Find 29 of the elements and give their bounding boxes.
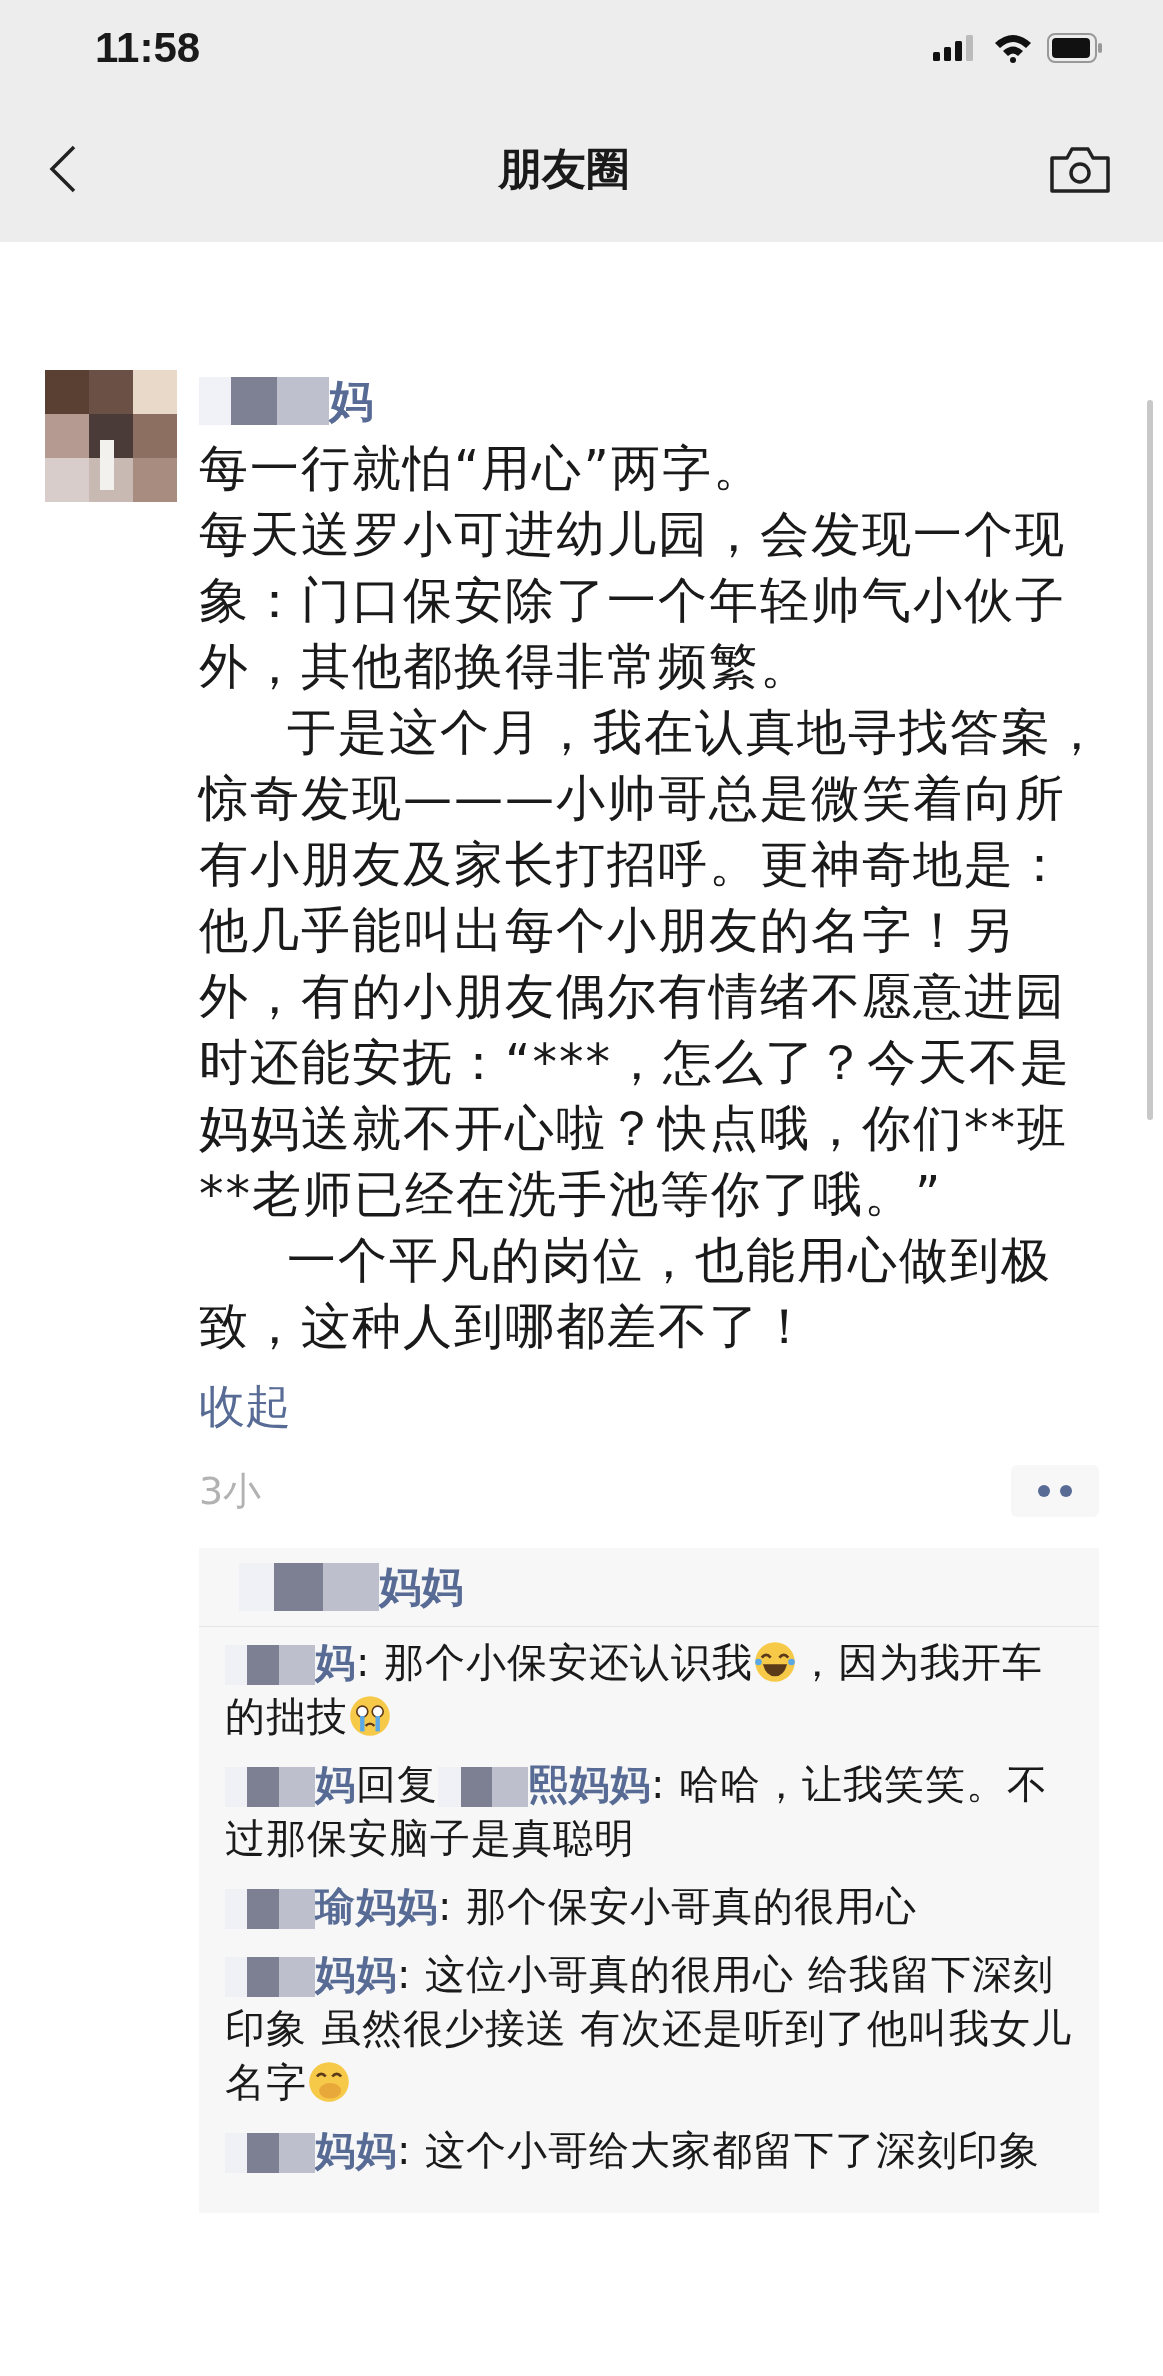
post-time: 3小: [199, 1467, 262, 1515]
post-paragraph: 一个平凡的岗位，也能用心做到极致，这种人到哪都差不了！: [199, 1231, 1053, 1357]
back-icon[interactable]: [48, 144, 78, 194]
page-title: 朋友圈: [497, 141, 630, 196]
post-paragraph: 每一行就怕“用心”两字。: [199, 439, 765, 499]
status-time: 11:58: [95, 24, 201, 72]
crying-face-icon: [348, 1694, 392, 1738]
like-names[interactable]: 妈妈: [379, 1559, 463, 1615]
laughing-face-icon: [753, 1640, 798, 1684]
comment: 妈妈: 这个小哥给大家都留下了深刻印象: [225, 2123, 1075, 2177]
reply-target[interactable]: 熙妈妈: [528, 1761, 651, 1807]
comment-author[interactable]: 瑜妈妈: [315, 1883, 438, 1929]
more-button[interactable]: [1011, 1465, 1099, 1517]
hand-over-mouth-face-icon: [307, 2060, 351, 2104]
post-paragraph: 每天送罗小可进幼儿园，会发现一个现象：门口保安除了一个年轻帅气小伙子外，其他都换得非常频繁。: [199, 505, 1067, 697]
comment-author[interactable]: 妈: [315, 1761, 356, 1807]
comment: 瑜妈妈: 那个保安小哥真的很用心: [225, 1879, 1075, 1933]
battery-icon: [1047, 33, 1103, 63]
camera-icon[interactable]: [1049, 144, 1111, 194]
comment-author[interactable]: 妈妈: [315, 1951, 397, 1997]
comment: 妈: 那个小保安还认识我 ，因为我开车的拙技: [225, 1638, 1045, 1741]
author-name[interactable]: 妈: [329, 371, 373, 431]
comment-author[interactable]: 妈: [315, 1639, 356, 1685]
collapse-link[interactable]: 收起: [199, 1376, 291, 1438]
comment: 妈回复 熙妈妈: 哈哈，让我笑笑。不过那保安脑子是真聪明: [225, 1760, 1050, 1863]
comment-author[interactable]: 妈妈: [315, 2127, 397, 2173]
wifi-icon: [993, 33, 1033, 63]
post-paragraph: 于是这个月，我在认真地寻找答案，惊奇发现———小帅哥总是微笑着向所有小朋友及家长打招呼。更神奇地是：他几乎能叫出每个小朋友的名字！另外，有的小朋友偶尔有情绪不愿意进园时还能安抚：“***，怎么了？今天不是妈妈送就不开心啦？快点哦，你们**班**老师已经在洗手池等你了哦。”: [199, 703, 1104, 1225]
comment: 妈妈: 这位小哥真的很用心 给我留下深刻印象 虽然很少接送 有次还是听到了他叫我女儿名字: [225, 1950, 1074, 2107]
